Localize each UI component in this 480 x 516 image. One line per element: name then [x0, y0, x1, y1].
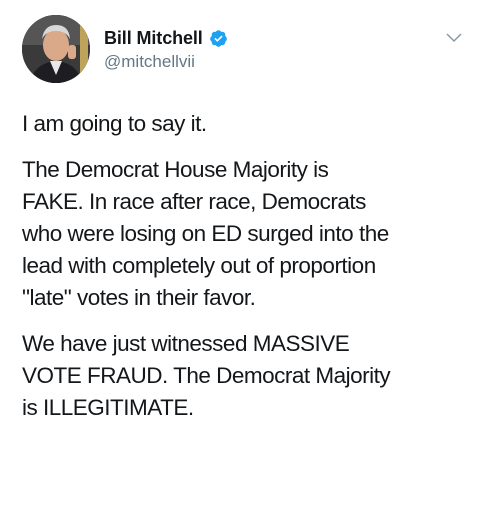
verified-badge-icon — [209, 29, 228, 48]
display-name-row: Bill Mitchell — [104, 25, 228, 51]
avatar-photo — [22, 15, 90, 83]
avatar[interactable] — [22, 15, 90, 83]
user-handle[interactable]: @mitchellvii — [104, 52, 228, 72]
user-names: Bill Mitchell @mitchellvii — [104, 25, 228, 72]
tweet-card: Bill Mitchell @mitchellvii I am going to… — [0, 0, 480, 516]
tweet-paragraph: We have just witnessed MASSIVE VOTE FRAU… — [22, 331, 391, 420]
tweet-text: I am going to say it. The Democrat House… — [22, 108, 474, 438]
tweet-header: Bill Mitchell @mitchellvii — [22, 15, 462, 85]
tweet-paragraph: I am going to say it. — [22, 111, 207, 136]
tweet-paragraph: The Democrat House Majority is FAKE. In … — [22, 157, 389, 310]
display-name[interactable]: Bill Mitchell — [104, 28, 203, 49]
chevron-down-icon[interactable] — [446, 33, 462, 43]
